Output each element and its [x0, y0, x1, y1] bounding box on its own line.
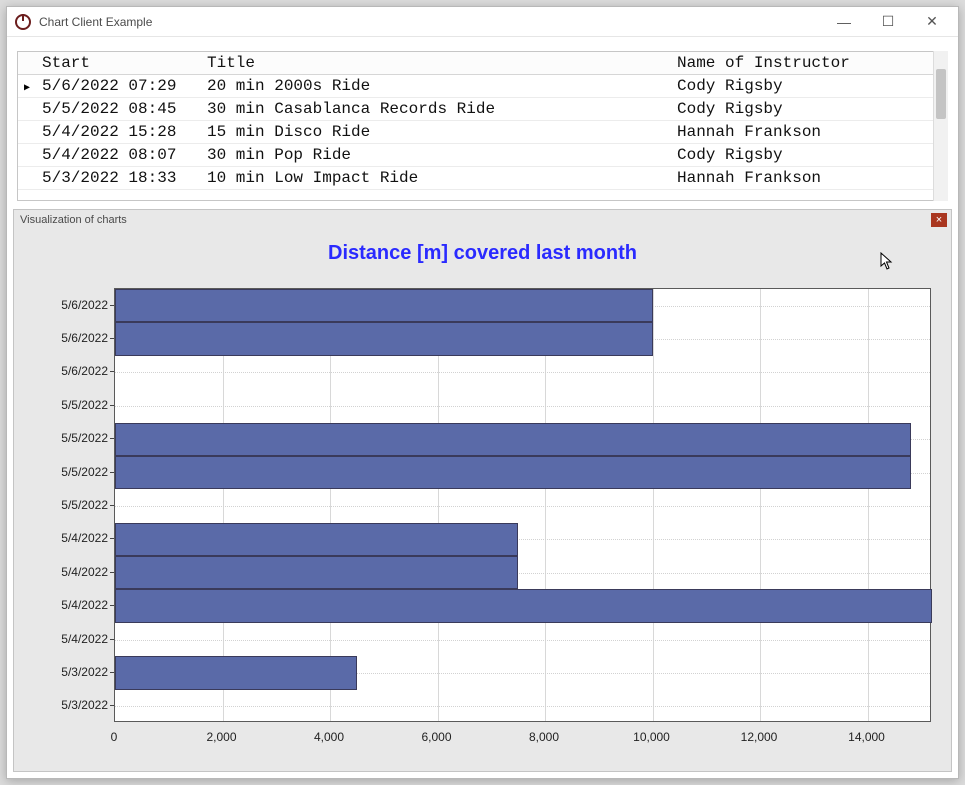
chart-panel-close-button[interactable]: ×	[931, 213, 947, 227]
cell-start[interactable]: 5/6/2022 07:29	[36, 75, 201, 98]
y-tick-label: 5/4/2022	[40, 632, 108, 646]
table-row[interactable]: ▶5/6/2022 07:2920 min 2000s RideCody Rig…	[18, 75, 947, 98]
scrollbar-thumb[interactable]	[936, 69, 946, 119]
x-tick-label: 0	[111, 730, 118, 744]
y-tick-label: 5/5/2022	[40, 431, 108, 445]
row-indicator	[18, 144, 36, 167]
app-icon	[15, 14, 31, 30]
y-tick-label: 5/5/2022	[40, 398, 108, 412]
y-tick-label: 5/6/2022	[40, 298, 108, 312]
grid-header-row: Start Title Name of Instructor	[18, 52, 947, 75]
col-instructor[interactable]: Name of Instructor	[671, 52, 947, 75]
chart-bar[interactable]	[115, 423, 911, 456]
chart-bar[interactable]	[115, 589, 932, 622]
cell-instructor[interactable]: Cody Rigsby	[671, 144, 947, 167]
x-tick-label: 6,000	[421, 730, 451, 744]
table-row[interactable]: 5/5/2022 08:4530 min Casablanca Records …	[18, 98, 947, 121]
chart-panel-header[interactable]: Visualization of charts ×	[14, 210, 951, 230]
chart-panel: Visualization of charts × Distance [m] c…	[13, 209, 952, 772]
y-tick-label: 5/3/2022	[40, 698, 108, 712]
cell-title[interactable]: 30 min Casablanca Records Ride	[201, 98, 671, 121]
chart-bar[interactable]	[115, 656, 357, 689]
cell-instructor[interactable]: Cody Rigsby	[671, 98, 947, 121]
x-tick-label: 14,000	[848, 730, 885, 744]
x-tick-label: 2,000	[206, 730, 236, 744]
table-row[interactable]: 5/4/2022 15:2815 min Disco RideHannah Fr…	[18, 121, 947, 144]
y-tick-label: 5/4/2022	[40, 565, 108, 579]
row-indicator: ▶	[18, 75, 36, 98]
x-tick-label: 8,000	[529, 730, 559, 744]
gridline	[653, 289, 654, 721]
cell-start[interactable]: 5/3/2022 18:33	[36, 167, 201, 190]
cell-start[interactable]: 5/4/2022 15:28	[36, 121, 201, 144]
cell-title[interactable]: 15 min Disco Ride	[201, 121, 671, 144]
cell-instructor[interactable]: Hannah Frankson	[671, 167, 947, 190]
row-indicator	[18, 121, 36, 144]
x-tick-label: 12,000	[741, 730, 778, 744]
y-tick-label: 5/5/2022	[40, 465, 108, 479]
gridline	[868, 289, 869, 721]
row-indicator	[18, 167, 36, 190]
col-title[interactable]: Title	[201, 52, 671, 75]
y-tick-label: 5/3/2022	[40, 665, 108, 679]
cell-title[interactable]: 20 min 2000s Ride	[201, 75, 671, 98]
minimize-button[interactable]: —	[822, 8, 866, 36]
chart-plot-area[interactable]	[114, 288, 931, 722]
y-tick-label: 5/4/2022	[40, 598, 108, 612]
chart-bar[interactable]	[115, 289, 653, 322]
chart-panel-title: Visualization of charts	[20, 214, 127, 226]
chart-bar[interactable]	[115, 456, 911, 489]
x-tick-label: 10,000	[633, 730, 670, 744]
close-button[interactable]: ✕	[910, 8, 954, 36]
table-row[interactable]: 5/3/2022 18:3310 min Low Impact RideHann…	[18, 167, 947, 190]
chart-title: Distance [m] covered last month	[14, 230, 951, 269]
window-title: Chart Client Example	[39, 15, 152, 29]
titlebar[interactable]: Chart Client Example — ☐ ✕	[7, 7, 958, 37]
y-tick-label: 5/6/2022	[40, 331, 108, 345]
chart-bar[interactable]	[115, 556, 518, 589]
chart-body: Distance [m] covered last month 0 2,000 4,…	[14, 230, 951, 771]
grid-scrollbar[interactable]	[933, 51, 948, 201]
cell-instructor[interactable]: Hannah Frankson	[671, 121, 947, 144]
col-start[interactable]: Start	[36, 52, 201, 75]
gridline	[760, 289, 761, 721]
cell-title[interactable]: 10 min Low Impact Ride	[201, 167, 671, 190]
maximize-button[interactable]: ☐	[866, 8, 910, 36]
cell-instructor[interactable]: Cody Rigsby	[671, 75, 947, 98]
x-tick-label: 4,000	[314, 730, 344, 744]
row-indicator	[18, 98, 36, 121]
table-row[interactable]: 5/4/2022 08:0730 min Pop RideCody Rigsby	[18, 144, 947, 167]
app-window: Chart Client Example — ☐ ✕ Start Title N…	[6, 6, 959, 779]
chart-bar[interactable]	[115, 322, 653, 355]
cell-start[interactable]: 5/5/2022 08:45	[36, 98, 201, 121]
y-tick-label: 5/6/2022	[40, 364, 108, 378]
chart-bar[interactable]	[115, 523, 518, 556]
y-tick-label: 5/5/2022	[40, 498, 108, 512]
data-grid[interactable]: Start Title Name of Instructor ▶5/6/2022…	[17, 51, 948, 201]
cell-title[interactable]: 30 min Pop Ride	[201, 144, 671, 167]
cell-start[interactable]: 5/4/2022 08:07	[36, 144, 201, 167]
y-tick-label: 5/4/2022	[40, 531, 108, 545]
